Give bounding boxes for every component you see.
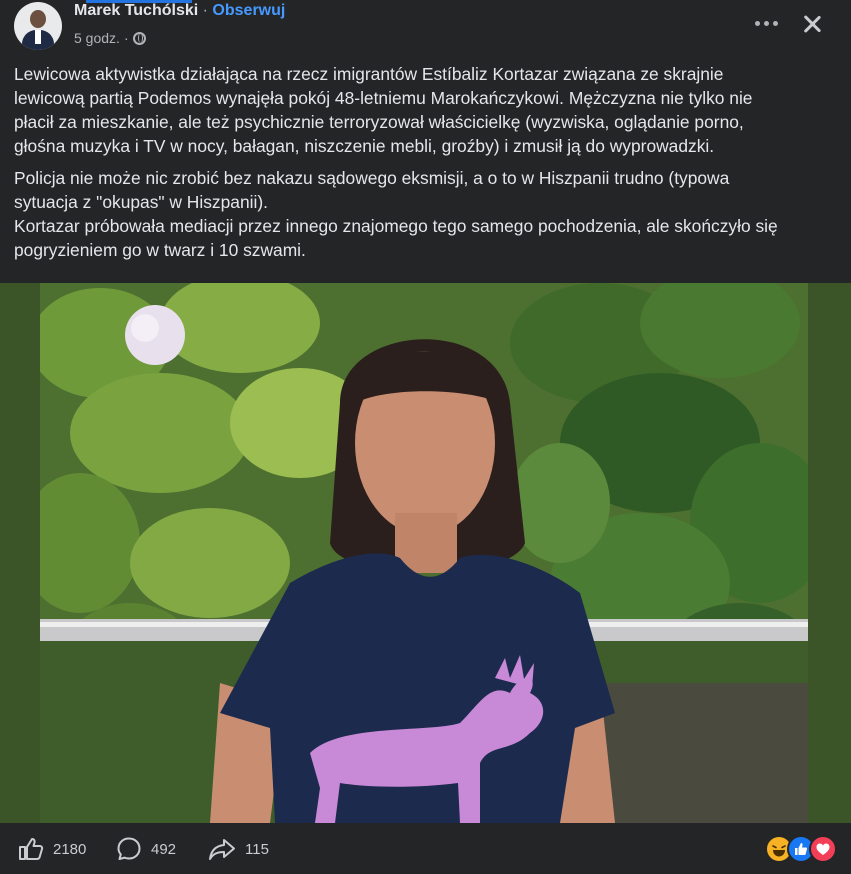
comment-count: 492 [151,840,177,858]
post-meta: 5 godz. · [74,30,146,46]
photo-illustration [40,283,808,823]
globe-icon [132,31,146,45]
post-paragraph-1: Lewicowa aktywistka działająca na rzecz … [14,64,753,156]
author-row: Marek Tuchólski · Obserwuj [74,2,285,20]
like-count: 2180 [53,840,87,858]
comment-button[interactable]: 492 [116,834,176,864]
post-header: Marek Tuchólski · Obserwuj 5 godz. · [0,0,851,56]
share-count: 115 [245,840,269,858]
more-options-button[interactable] [746,8,786,38]
separator-dot: · [202,2,208,19]
like-icon [19,838,44,860]
reaction-summary[interactable] [765,835,837,863]
close-icon[interactable] [796,8,828,40]
love-reaction-icon [809,835,837,863]
post-photo[interactable] [40,283,808,823]
author-avatar[interactable] [14,2,62,50]
post-text: Lewicowa aktywistka działająca na rzecz … [14,62,836,270]
like-button[interactable]: 2180 [18,834,86,864]
facebook-post: Marek Tuchólski · Obserwuj 5 godz. · Lew… [0,0,851,874]
photo-frame[interactable] [0,283,851,823]
share-icon [209,839,235,860]
post-footer: 2180 492 115 [0,824,851,874]
comment-icon [117,837,141,860]
follow-link[interactable]: Obserwuj [212,2,285,19]
post-timestamp[interactable]: 5 godz. [74,30,120,46]
author-name[interactable]: Marek Tuchólski [74,2,198,19]
share-button[interactable]: 115 [208,834,269,864]
post-paragraph-2: Policja nie może nic zrobić bez nakazu s… [14,168,778,260]
more-dots-icon [754,20,760,26]
